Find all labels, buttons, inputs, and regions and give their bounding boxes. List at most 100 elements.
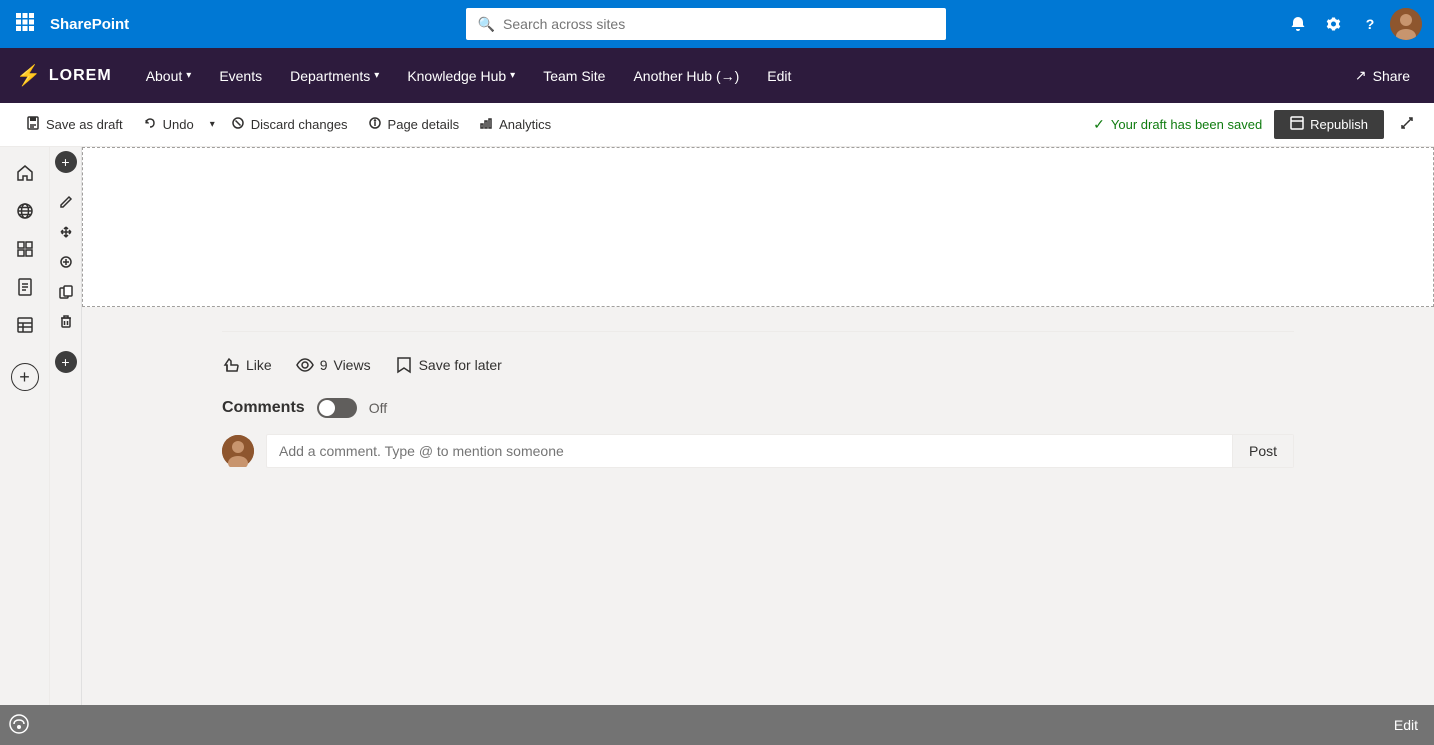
sidebar-list-icon[interactable] <box>7 231 43 267</box>
toggle-state-label: Off <box>369 400 387 416</box>
discard-changes-label: Discard changes <box>251 117 348 132</box>
republish-icon <box>1290 116 1304 133</box>
search-icon: 🔍 <box>478 16 495 33</box>
nav-item-events[interactable]: Events <box>205 48 276 103</box>
nav-item-departments[interactable]: Departments ▾ <box>276 48 393 103</box>
bottom-edit-label[interactable]: Edit <box>1394 717 1418 733</box>
bottom-bar: Edit <box>0 705 1434 745</box>
nav-item-about[interactable]: About ▾ <box>132 48 206 103</box>
move-section-icon[interactable] <box>53 219 79 245</box>
knowledge-hub-chevron-icon: ▾ <box>510 70 515 81</box>
nav-events-label: Events <box>219 68 262 84</box>
top-navigation-bar: SharePoint 🔍 ? <box>0 0 1434 48</box>
nav-item-another-hub[interactable]: Another Hub (→) <box>619 48 753 103</box>
content-canvas[interactable] <box>82 147 1434 307</box>
site-navigation: ⚡ LOREM About ▾ Events Departments ▾ Kno… <box>0 48 1434 103</box>
checkmark-icon: ✓ <box>1093 116 1105 133</box>
page-details-button[interactable]: Page details <box>358 103 470 147</box>
help-icon[interactable]: ? <box>1354 8 1386 40</box>
departments-chevron-icon: ▾ <box>374 70 379 81</box>
page-details-icon <box>368 116 382 133</box>
nav-knowledge-hub-label: Knowledge Hub <box>407 68 506 84</box>
add-section-bottom-button[interactable]: + <box>55 351 77 373</box>
nav-item-knowledge-hub[interactable]: Knowledge Hub ▾ <box>393 48 529 103</box>
site-logo[interactable]: ⚡ LOREM <box>16 63 112 88</box>
views-count: 9 Views <box>296 356 371 374</box>
page-toolbar: Save as draft Undo ▾ Discard changes Pag… <box>0 103 1434 147</box>
search-box: 🔍 <box>466 8 946 40</box>
footer-actions: Like 9 Views Save for later <box>222 356 1294 374</box>
toggle-knob <box>319 400 335 416</box>
comments-section: Comments Off <box>222 398 1294 468</box>
site-name: LOREM <box>49 67 112 85</box>
undo-chevron-button[interactable]: ▾ <box>204 103 221 147</box>
bottom-sharepoint-icon[interactable] <box>8 713 30 741</box>
nav-item-team-site[interactable]: Team Site <box>529 48 619 103</box>
undo-button[interactable]: Undo <box>133 103 204 147</box>
site-nav-right: ↗ Share <box>1347 63 1418 88</box>
notification-icon[interactable] <box>1282 8 1314 40</box>
comment-input-wrap: Post <box>266 434 1294 468</box>
left-sidebar: + <box>0 147 50 745</box>
share-button[interactable]: ↗ Share <box>1347 63 1418 88</box>
republish-label: Republish <box>1310 117 1368 132</box>
comments-label: Comments <box>222 399 305 417</box>
analytics-button[interactable]: Analytics <box>469 103 561 147</box>
add-column-icon[interactable] <box>53 249 79 275</box>
duplicate-section-icon[interactable] <box>53 279 79 305</box>
top-bar-actions: ? <box>1282 8 1422 40</box>
delete-section-icon[interactable] <box>53 309 79 335</box>
sidebar-page-icon[interactable] <box>7 269 43 305</box>
share-icon: ↗ <box>1355 67 1367 84</box>
views-number: 9 <box>320 357 328 373</box>
settings-icon[interactable] <box>1318 8 1350 40</box>
like-button[interactable]: Like <box>222 356 272 374</box>
footer-divider <box>222 331 1294 332</box>
draft-saved-text: Your draft has been saved <box>1111 117 1262 132</box>
republish-button[interactable]: Republish <box>1274 110 1384 139</box>
nav-team-site-label: Team Site <box>543 68 605 84</box>
sidebar-table-icon[interactable] <box>7 307 43 343</box>
comment-input-row: Post <box>222 434 1294 468</box>
nav-departments-label: Departments <box>290 68 370 84</box>
comments-toggle[interactable] <box>317 398 357 418</box>
undo-label: Undo <box>163 117 194 132</box>
edit-section-icon[interactable] <box>53 189 79 215</box>
undo-icon <box>143 116 157 133</box>
nav-item-edit[interactable]: Edit <box>753 48 805 103</box>
save-for-later-button[interactable]: Save for later <box>395 356 502 374</box>
post-comment-button[interactable]: Post <box>1232 435 1293 467</box>
comment-input[interactable] <box>267 435 1232 467</box>
analytics-icon <box>479 116 493 133</box>
like-label: Like <box>246 357 272 373</box>
edit-controls-sidebar: + + <box>50 147 82 745</box>
main-layout: + + <box>0 147 1434 745</box>
content-area: Like 9 Views Save for later <box>82 147 1434 745</box>
sidebar-add-section-icon[interactable]: + <box>11 363 39 391</box>
sidebar-home-icon[interactable] <box>7 155 43 191</box>
draft-saved-status: ✓ Your draft has been saved <box>1093 116 1262 133</box>
waffle-menu-button[interactable] <box>12 9 38 40</box>
content-footer: Like 9 Views Save for later <box>82 307 1434 492</box>
discard-changes-button[interactable]: Discard changes <box>221 103 358 147</box>
save-as-draft-label: Save as draft <box>46 117 123 132</box>
user-avatar[interactable] <box>1390 8 1422 40</box>
nav-about-label: About <box>146 68 183 84</box>
toolbar-right: ✓ Your draft has been saved Republish <box>1093 110 1418 139</box>
app-logo-text: SharePoint <box>50 16 129 33</box>
comments-header: Comments Off <box>222 398 1294 418</box>
search-input[interactable] <box>503 16 934 32</box>
site-nav-items: About ▾ Events Departments ▾ Knowledge H… <box>132 48 1347 103</box>
save-draft-icon <box>26 116 40 133</box>
sidebar-globe-icon[interactable] <box>7 193 43 229</box>
about-chevron-icon: ▾ <box>186 70 191 81</box>
save-later-label: Save for later <box>419 357 502 373</box>
add-section-top-button[interactable]: + <box>55 151 77 173</box>
page-details-label: Page details <box>388 117 460 132</box>
undo-group: Undo ▾ <box>133 103 221 147</box>
commenter-avatar <box>222 435 254 467</box>
expand-button[interactable] <box>1396 112 1418 137</box>
analytics-label: Analytics <box>499 117 551 132</box>
views-label: Views <box>333 357 370 373</box>
save-as-draft-button[interactable]: Save as draft <box>16 103 133 147</box>
